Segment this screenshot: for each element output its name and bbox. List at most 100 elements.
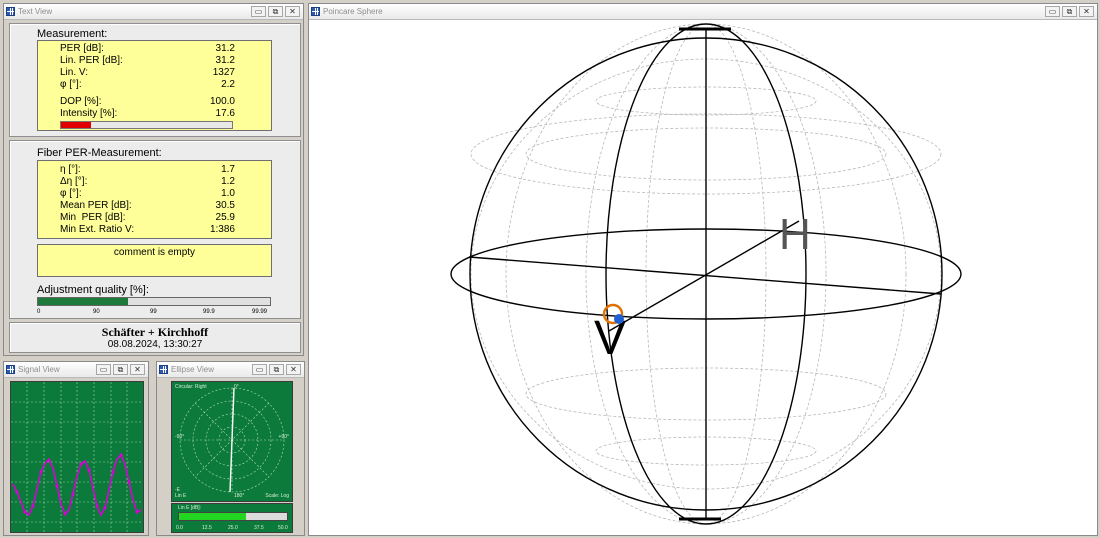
- adjust-tick-99: 99: [150, 309, 157, 315]
- company-name: Schäfter + Kirchhoff: [101, 325, 209, 339]
- measurement-panel: Measurement: PER [dB]: 31.2 Lin. PER [dB]…: [9, 23, 301, 137]
- min-ext-value: 1:386: [209, 224, 235, 235]
- delta-eta-label: Δη [°]:: [60, 176, 88, 187]
- adjust-tick-99-9: 99.9: [203, 309, 215, 315]
- lin-per-value: 31.2: [215, 55, 235, 66]
- fiber-heading: Fiber PER-Measurement:: [37, 147, 162, 159]
- minimize-button[interactable]: ▭: [96, 364, 111, 375]
- maximize-button[interactable]: ⧉: [113, 364, 128, 375]
- intensity-label: Intensity [%]:: [60, 108, 118, 119]
- maximize-button[interactable]: ⧉: [268, 6, 283, 17]
- lin-e-bar: [178, 512, 288, 521]
- sphere-main-lines: [450, 23, 962, 525]
- intensity-value: 17.6: [215, 108, 235, 119]
- lin-tick-2: 25.0: [228, 525, 238, 531]
- angle-right: +90°: [278, 434, 289, 440]
- min-per-label: Min PER [dB]:: [60, 212, 126, 223]
- close-button[interactable]: ✕: [285, 6, 300, 17]
- close-button[interactable]: ✕: [286, 364, 301, 375]
- angle-top: 0°: [234, 384, 239, 390]
- phi-row: φ [°]: 2.2: [38, 79, 271, 91]
- maximize-button[interactable]: ⧉: [269, 364, 284, 375]
- adjustment-bar: [37, 297, 271, 306]
- delta-eta-value: 1.2: [221, 176, 235, 187]
- intensity-row: Intensity [%]: 17.6: [38, 108, 271, 120]
- adjust-tick-90: 90: [93, 309, 100, 315]
- diagonal-axis: [608, 220, 800, 332]
- close-button[interactable]: ✕: [1079, 6, 1094, 17]
- lin-e-label: Lin E: [175, 493, 187, 499]
- min-per-row: Min PER [dB]: 25.9: [38, 212, 271, 224]
- timestamp: 08.08.2024, 13:30:27: [107, 339, 203, 350]
- lin-e-db-label: Lin E [dB]:: [178, 505, 202, 511]
- close-button[interactable]: ✕: [130, 364, 145, 375]
- lin-tick-1: 12.5: [202, 525, 212, 531]
- dop-label: DOP [%]:: [60, 96, 102, 107]
- phi-label: φ [°]:: [60, 79, 82, 90]
- maximize-button[interactable]: ⧉: [1062, 6, 1077, 17]
- mean-per-row: Mean PER [dB]: 30.5: [38, 200, 271, 212]
- ellipse-view-titlebar[interactable]: Ellipse View ▭ ⧉ ✕: [157, 362, 304, 378]
- delta-eta-row: Δη [°]: 1.2: [38, 176, 271, 188]
- lin-e-bar-fill: [179, 513, 246, 520]
- per-label: PER [dB]:: [60, 43, 104, 54]
- mean-per-label: Mean PER [dB]:: [60, 200, 132, 211]
- dop-value: 100.0: [209, 96, 235, 107]
- text-view-titlebar[interactable]: Text View ▭ ⧉ ✕: [4, 4, 303, 20]
- measurement-heading: Measurement:: [37, 28, 108, 40]
- app-grid-icon: [6, 365, 15, 374]
- label-h: H: [779, 210, 811, 259]
- lin-per-row: Lin. PER [dB]: 31.2: [38, 55, 271, 67]
- poincare-title: Poincare Sphere: [323, 7, 383, 16]
- signal-plot: [11, 382, 143, 532]
- minimize-button[interactable]: ▭: [1045, 6, 1060, 17]
- lin-per-label: Lin. PER [dB]:: [60, 55, 123, 66]
- fiber-values-box: η [°]: 1.7 Δη [°]: 1.2 φ [°]: 1.0 Mean PER …: [37, 160, 272, 239]
- signal-view-titlebar[interactable]: Signal View ▭ ⧉ ✕: [4, 362, 148, 378]
- signal-scope: [10, 381, 144, 533]
- ellipse-plot: [179, 387, 285, 493]
- ellipse-view-window: Ellipse View ▭ ⧉ ✕ Circular: Right 0° -9…: [156, 361, 305, 536]
- ellipse-view-title: Ellipse View: [171, 365, 214, 374]
- min-ext-label: Min Ext. Ratio V:: [60, 224, 135, 235]
- fiber-phi-row: φ [°]: 1.0: [38, 188, 271, 200]
- lin-v-row: Lin. V: 1327: [38, 67, 271, 79]
- lin-tick-0: 0.0: [176, 525, 183, 531]
- state-marker-blue: [614, 314, 624, 324]
- lin-e-panel: Lin E [dB]: 0.0 12.5 25.0 37.5 50.0: [171, 503, 293, 533]
- ellipse-scope: Circular: Right 0° -90° +90° 180° -E Lin…: [171, 381, 293, 502]
- angle-bottom: 180°: [234, 493, 245, 499]
- signal-view-title: Signal View: [18, 365, 60, 374]
- intensity-bar: [60, 121, 233, 129]
- footer-panel: Schäfter + Kirchhoff 08.08.2024, 13:30:2…: [9, 322, 301, 353]
- min-ext-row: Min Ext. Ratio V: 1:386: [38, 224, 271, 236]
- adjust-tick-99-99: 99.99: [252, 309, 268, 315]
- minimize-button[interactable]: ▭: [251, 6, 266, 17]
- eta-label: η [°]:: [60, 164, 81, 175]
- lin-tick-4: 50.0: [278, 525, 288, 531]
- app-grid-icon: [6, 7, 15, 16]
- app-grid-icon: [311, 7, 320, 16]
- poincare-titlebar[interactable]: Poincare Sphere ▭ ⧉ ✕: [309, 4, 1097, 20]
- app-grid-icon: [159, 365, 168, 374]
- comment-box[interactable]: comment is empty: [37, 244, 272, 277]
- adjust-tick-0: 0: [37, 309, 41, 315]
- circular-label: Circular: Right: [175, 384, 207, 390]
- poincare-sphere[interactable]: H V: [309, 21, 1097, 535]
- text-view-window: Text View ▭ ⧉ ✕ Measurement: PER [dB]: 31…: [3, 3, 304, 356]
- adjustment-bar-fill: [38, 298, 129, 305]
- signal-view-window: Signal View ▭ ⧉ ✕: [3, 361, 149, 536]
- text-view-title: Text View: [18, 7, 53, 16]
- fiber-panel: Fiber PER-Measurement: η [°]: 1.7 Δη [°]:…: [9, 140, 301, 319]
- per-row: PER [dB]: 31.2: [38, 43, 271, 55]
- mean-per-value: 30.5: [215, 200, 235, 211]
- intensity-bar-fill: [61, 122, 92, 128]
- phi-value: 2.2: [221, 79, 235, 90]
- eta-value: 1.7: [221, 164, 235, 175]
- measurement-values-box: PER [dB]: 31.2 Lin. PER [dB]: 31.2 Lin. V:…: [37, 40, 272, 131]
- minimize-button[interactable]: ▭: [252, 364, 267, 375]
- lin-tick-3: 37.5: [254, 525, 264, 531]
- dop-row: DOP [%]: 100.0: [38, 96, 271, 108]
- lin-v-label: Lin. V:: [60, 67, 88, 78]
- eta-row: η [°]: 1.7: [38, 164, 271, 176]
